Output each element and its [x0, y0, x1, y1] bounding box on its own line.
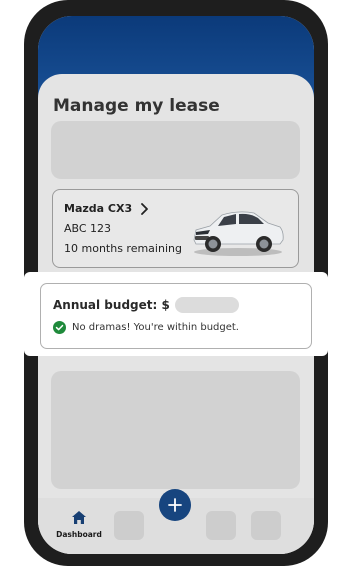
budget-amount-redacted: [174, 297, 239, 313]
placeholder-card: [51, 371, 300, 489]
vehicle-card[interactable]: Mazda CX3 ABC 123 10 months remaining: [52, 189, 299, 268]
plus-icon: [168, 498, 182, 512]
nav-item-placeholder[interactable]: [251, 511, 281, 540]
page-title: Manage my lease: [53, 96, 220, 116]
budget-title-row: Annual budget: $: [53, 297, 239, 313]
vehicle-name: Mazda CX3: [64, 202, 133, 215]
nav-item-placeholder[interactable]: [206, 511, 236, 540]
car-image: [193, 211, 284, 256]
vehicle-remaining: 10 months remaining: [64, 242, 182, 255]
vehicle-plate: ABC 123: [64, 222, 112, 235]
nav-item-placeholder[interactable]: [114, 511, 144, 540]
budget-status: No dramas! You're within budget.: [72, 322, 239, 333]
chevron-right-icon: [141, 202, 149, 215]
placeholder-card: [51, 121, 300, 179]
budget-status-row: No dramas! You're within budget.: [53, 321, 239, 334]
home-icon: [72, 511, 86, 524]
nav-item-dashboard[interactable]: Dashboard: [54, 510, 104, 546]
check-circle-icon: [53, 321, 66, 334]
vehicle-name-row: Mazda CX3: [64, 202, 149, 215]
budget-card[interactable]: Annual budget: $ No dramas! You're withi…: [40, 283, 312, 349]
budget-title: Annual budget: $: [53, 298, 170, 312]
bottom-nav: Dashboard: [38, 489, 314, 554]
nav-dashboard-label: Dashboard: [56, 530, 102, 539]
add-button[interactable]: [159, 489, 191, 521]
